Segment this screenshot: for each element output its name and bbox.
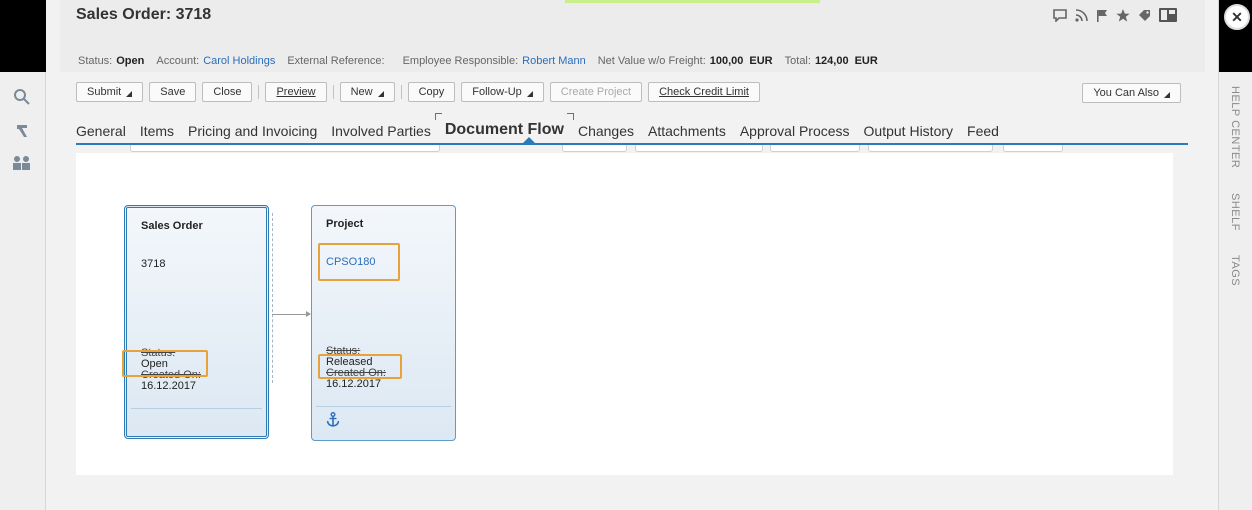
tab-pricing-and-invoicing[interactable]: Pricing and Invoicing [188, 123, 317, 143]
preview-label: Preview [276, 86, 316, 98]
copy-label: Copy [418, 86, 445, 98]
new-button[interactable]: New [339, 82, 395, 102]
message-icon[interactable] [1053, 8, 1067, 27]
tab-output-history[interactable]: Output History [864, 123, 953, 143]
submit-label: Submit [87, 86, 122, 98]
flag-icon[interactable] [1096, 9, 1108, 27]
total-value: 124,00 [814, 55, 849, 67]
anchor-icon[interactable] [326, 412, 340, 432]
create-project-label: Create Project [560, 86, 632, 98]
employee-responsible-label: Employee Responsible: [402, 55, 519, 67]
ghost-field [635, 145, 763, 152]
help-center-tab[interactable]: HELP CENTER [1229, 86, 1241, 168]
tab-changes[interactable]: Changes [578, 123, 634, 143]
tab-approval-process[interactable]: Approval Process [740, 123, 850, 143]
top-accent-bar [565, 0, 820, 3]
tab-involved-parties[interactable]: Involved Parties [331, 123, 431, 143]
left-rail [0, 0, 46, 510]
status-value: Open [116, 55, 145, 67]
check-credit-limit-label: Check Credit Limit [659, 86, 749, 98]
sales-order-id: 3718 [141, 258, 166, 270]
project-created-date: 16.12.2017 [326, 378, 382, 390]
net-value-label: Net Value w/o Freight: [597, 55, 706, 67]
active-tab-caret [522, 137, 536, 144]
flow-guide-line [272, 213, 273, 383]
create-project-button[interactable]: Create Project [549, 82, 643, 102]
new-label: New [350, 86, 373, 98]
total-currency: EUR [854, 55, 878, 67]
total-label: Total: [784, 55, 811, 67]
preview-button[interactable]: Preview [265, 82, 327, 102]
tags-tab[interactable]: TAGS [1229, 255, 1241, 286]
tile-icon[interactable] [1159, 8, 1177, 27]
sales-order-created-date: 16.12.2017 [141, 380, 197, 392]
toolbar-separator [332, 85, 334, 99]
employee-responsible-link[interactable]: Robert Mann [522, 55, 586, 67]
star-icon[interactable] [1116, 8, 1130, 27]
ghost-field [562, 145, 627, 152]
page-title: Sales Order: 3718 [76, 6, 212, 23]
tab-document-flow[interactable]: Document Flow [434, 113, 575, 143]
tab-items[interactable]: Items [140, 123, 174, 143]
tab-strip: General Items Pricing and Invoicing Invo… [76, 113, 1013, 143]
back-arrow-icon[interactable] [10, 120, 34, 142]
tag-icon[interactable] [1138, 9, 1151, 27]
action-toolbar: Submit Save Close Preview New Copy Follo… [60, 79, 1205, 105]
highlight-project-id [318, 243, 400, 281]
toolbar-separator [258, 85, 260, 99]
search-icon[interactable] [10, 86, 34, 108]
card-divider [131, 408, 262, 409]
sales-order-card[interactable]: Sales Order 3718 Status: Open Created On… [124, 205, 269, 439]
close-icon[interactable]: ✕ [1224, 4, 1250, 30]
flow-connector-arrow [272, 311, 311, 317]
ghost-field [1003, 145, 1063, 152]
toolbar-separator [400, 85, 402, 99]
rss-icon[interactable] [1075, 8, 1088, 27]
submit-button[interactable]: Submit [76, 82, 144, 102]
ghost-field [130, 145, 440, 152]
highlight-sales-order-status [122, 350, 208, 377]
info-bar: Status: Open Account: Carol Holdings Ext… [60, 50, 1205, 72]
header-icons [1053, 8, 1177, 27]
document-flow-canvas: Sales Order 3718 Status: Open Created On… [76, 153, 1173, 475]
external-reference-label: External Reference: [287, 55, 385, 67]
ghost-field [868, 145, 993, 152]
follow-up-button[interactable]: Follow-Up [461, 82, 544, 102]
you-can-also-label: You Can Also [1093, 87, 1159, 99]
close-label: Close [213, 86, 242, 98]
save-label: Save [160, 86, 186, 98]
ghost-field [770, 145, 860, 152]
net-value: 100,00 [709, 55, 744, 67]
follow-up-label: Follow-Up [472, 86, 522, 98]
card-title: Sales Order [141, 220, 203, 232]
project-card[interactable]: Project CPSO180 Status: Released Created… [311, 205, 456, 441]
account-label: Account: [156, 55, 200, 67]
app-frame: Sales Order: 3718 Status: Open Account: … [0, 0, 1252, 510]
tab-attachments[interactable]: Attachments [648, 123, 726, 143]
right-rail: ✕ HELP CENTER SHELF TAGS [1218, 0, 1252, 510]
tab-feed[interactable]: Feed [967, 123, 999, 143]
net-currency: EUR [749, 55, 773, 67]
tab-general[interactable]: General [76, 123, 126, 143]
sales-order-panel: Sales Order: 3718 Status: Open Account: … [60, 0, 1205, 510]
people-icon[interactable] [10, 152, 34, 174]
close-button[interactable]: Close [202, 82, 253, 102]
shelf-tab[interactable]: SHELF [1229, 193, 1241, 231]
you-can-also-button[interactable]: You Can Also [1082, 83, 1181, 103]
card-divider [316, 406, 451, 407]
hidden-controls-row [130, 145, 1070, 153]
card-title: Project [326, 218, 364, 230]
highlight-project-status [318, 354, 402, 379]
status-label: Status: [78, 55, 113, 67]
copy-button[interactable]: Copy [407, 82, 456, 102]
check-credit-limit-button[interactable]: Check Credit Limit [648, 82, 760, 102]
left-rail-cap [0, 0, 46, 72]
account-link[interactable]: Carol Holdings [203, 55, 275, 67]
save-button[interactable]: Save [149, 82, 197, 102]
